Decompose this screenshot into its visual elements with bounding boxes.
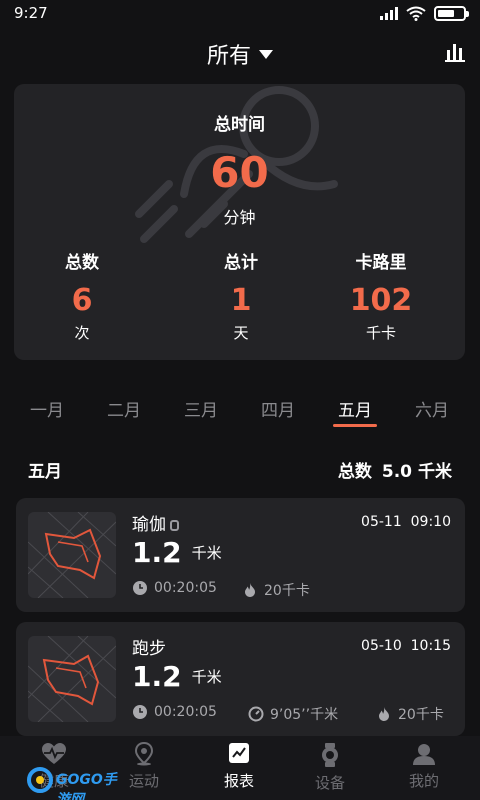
distance-unit: 千米 — [191, 544, 222, 562]
bar-chart-icon[interactable] — [444, 42, 466, 62]
activity-name: 瑜伽 — [132, 510, 179, 535]
activity-calories: 20千卡 — [376, 704, 444, 724]
activity-date: 05-10 — [361, 638, 402, 654]
route-map-thumbnail — [28, 636, 116, 722]
tab-month-3[interactable]: 三月 — [171, 396, 231, 421]
profile-icon — [413, 744, 435, 765]
filter-dropdown[interactable]: 所有 — [0, 38, 480, 70]
stat-count: 总数 6 次 — [17, 248, 147, 343]
nav-label: 我的 — [408, 772, 439, 790]
route-map-icon — [28, 636, 116, 722]
activity-distance: 1.2 千米 — [132, 660, 222, 693]
section-total-value: 5.0 — [381, 462, 412, 482]
dropdown-caret-icon — [259, 49, 273, 59]
activity-date: 05-11 — [361, 514, 402, 530]
watermark-logo: GOGO手游网 — [26, 766, 128, 800]
pace-value: 9’05’’千米 — [270, 707, 339, 723]
stat-value: 1 — [230, 283, 252, 318]
distance-unit: 千米 — [191, 668, 222, 686]
activity-name-text: 瑜伽 — [132, 515, 166, 535]
wifi-icon — [406, 6, 426, 21]
total-time-value: 60 — [210, 148, 269, 197]
activity-duration: 00:20:05 — [132, 580, 217, 596]
tab-month-6[interactable]: 六月 — [402, 396, 462, 421]
activity-duration: 00:20:05 — [132, 704, 217, 720]
stat-unit: 天 — [233, 324, 249, 342]
tab-month-1[interactable]: 一月 — [17, 396, 77, 421]
nav-report[interactable]: 报表 — [209, 742, 269, 791]
route-map-icon — [28, 512, 116, 598]
flame-icon — [245, 583, 255, 597]
gogo-logo-icon — [27, 767, 53, 793]
location-pin-icon — [134, 742, 154, 766]
active-tab-indicator — [333, 424, 377, 427]
signal-icon — [380, 7, 398, 20]
activity-calories: 20千卡 — [242, 580, 310, 600]
route-map-thumbnail — [28, 512, 116, 598]
calories-value: 20千卡 — [398, 707, 444, 723]
duration-value: 00:20:05 — [154, 704, 217, 720]
activity-datetime: 05-11 09:10 — [361, 514, 451, 530]
tab-month-5[interactable]: 五月 — [325, 396, 385, 427]
speedometer-icon — [248, 706, 264, 722]
watch-icon — [322, 743, 338, 767]
stat-label: 卡路里 — [355, 253, 407, 273]
summary-card: 总时间 60 分钟 总数 6 次 总计 1 天 卡路里 102 千卡 — [14, 84, 465, 360]
tab-month-2[interactable]: 二月 — [94, 396, 154, 421]
report-chart-icon — [229, 743, 249, 763]
activity-time: 10:15 — [410, 638, 451, 654]
clock-icon — [133, 581, 147, 595]
status-bar: 9:27 — [0, 0, 480, 30]
watch-icon — [170, 519, 179, 531]
nav-label: 报表 — [223, 772, 254, 790]
distance-value: 1.2 — [132, 660, 182, 693]
filter-label: 所有 — [206, 44, 251, 69]
nav-label: 设备 — [314, 774, 345, 792]
activity-name-text: 跑步 — [132, 639, 166, 659]
watermark-text: GOGO手游网 — [56, 772, 117, 800]
stat-value: 6 — [71, 283, 93, 318]
stat-days: 总计 1 天 — [176, 248, 306, 343]
flame-icon — [379, 707, 389, 721]
battery-icon — [434, 6, 469, 21]
activity-pace: 9’05’’千米 — [248, 704, 338, 724]
nav-profile[interactable]: 我的 — [394, 742, 454, 791]
calories-value: 20千卡 — [264, 583, 310, 599]
section-total: 总数 5.0 千米 — [338, 457, 452, 482]
activity-datetime: 05-10 10:15 — [361, 638, 451, 654]
activity-time: 09:10 — [410, 514, 451, 530]
total-time-unit: 分钟 — [223, 208, 256, 227]
clock-icon — [133, 705, 147, 719]
stat-label: 总数 — [65, 253, 99, 273]
stat-label: 总计 — [224, 253, 258, 273]
stat-unit: 千卡 — [365, 324, 396, 342]
nav-device[interactable]: 设备 — [300, 742, 360, 793]
activity-card[interactable]: 瑜伽 05-11 09:10 1.2 千米 00:20:05 20千卡 — [16, 498, 465, 612]
distance-value: 1.2 — [132, 536, 182, 569]
section-title: 五月 — [28, 462, 62, 482]
activity-distance: 1.2 千米 — [132, 536, 222, 569]
month-tabs: 一月 二月 三月 四月 五月 六月 — [0, 396, 480, 432]
section-total-label: 总数 — [337, 462, 372, 482]
stat-unit: 次 — [74, 324, 90, 342]
tab-label: 五月 — [338, 401, 372, 421]
header: 所有 — [0, 32, 480, 76]
activity-card[interactable]: 跑步 05-10 10:15 1.2 千米 00:20:05 9’05’’千米 2… — [16, 622, 465, 736]
duration-value: 00:20:05 — [154, 580, 217, 596]
activity-name: 跑步 — [132, 634, 166, 659]
heart-rate-icon — [42, 743, 66, 764]
total-time-label: 总时间 — [214, 115, 265, 135]
section-total-unit: 千米 — [418, 462, 452, 482]
stat-value: 102 — [349, 283, 413, 318]
stat-calories: 卡路里 102 千卡 — [316, 248, 446, 343]
tab-month-4[interactable]: 四月 — [248, 396, 308, 421]
status-icons — [380, 6, 469, 21]
status-time: 9:27 — [14, 4, 48, 22]
